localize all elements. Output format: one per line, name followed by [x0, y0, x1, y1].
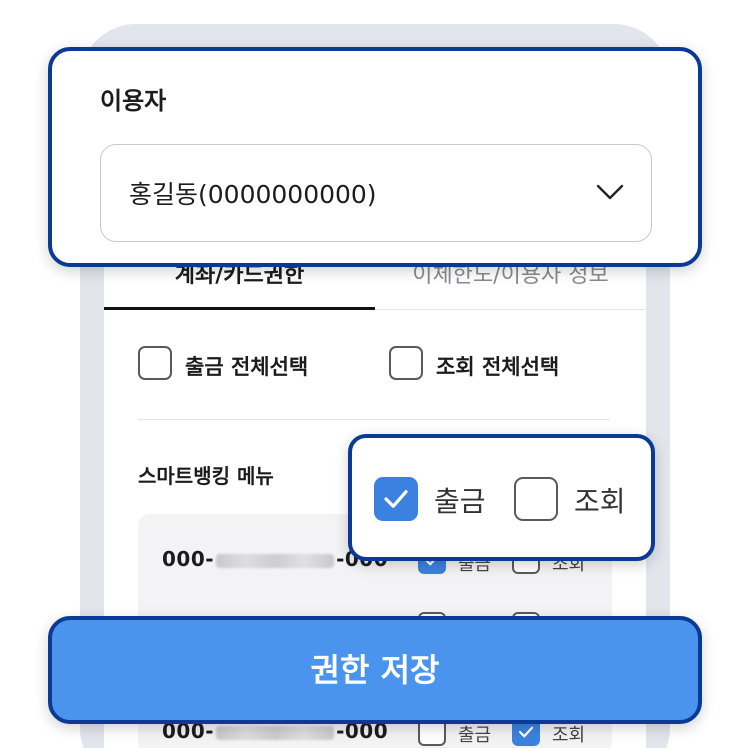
masked-digits	[216, 725, 335, 740]
user-select-value: 홍길동(0000000000)	[129, 180, 377, 209]
withdraw-select-all-checkbox[interactable]	[138, 346, 172, 380]
masked-digits	[216, 553, 335, 568]
inquiry-checkbox[interactable]	[514, 477, 558, 521]
user-selection-card: 이용자 홍길동(0000000000)	[48, 47, 702, 267]
section-title-smart-banking-menu: 스마트뱅킹 메뉴	[138, 464, 274, 488]
account-prefix: 000-	[162, 547, 215, 571]
divider	[138, 419, 610, 420]
withdraw-checkbox[interactable]	[374, 477, 418, 521]
inquiry-select-all-checkbox[interactable]	[389, 346, 423, 380]
permission-highlight-card: 출금 조회	[348, 434, 655, 561]
withdraw-label: 출금	[434, 485, 486, 518]
inquiry-label: 조회	[574, 485, 626, 518]
user-label: 이용자	[100, 87, 167, 115]
check-icon	[384, 490, 408, 508]
inquiry-select-all-label: 조회 전체선택	[436, 355, 560, 379]
user-select-dropdown[interactable]: 홍길동(0000000000)	[100, 144, 652, 242]
row-inquiry-label: 조회	[552, 725, 586, 746]
chevron-down-icon	[596, 184, 624, 200]
save-permission-button[interactable]: 권한 저장	[48, 616, 702, 724]
withdraw-select-all-label: 출금 전체선택	[185, 355, 309, 379]
row-withdraw-label: 출금	[458, 725, 492, 746]
